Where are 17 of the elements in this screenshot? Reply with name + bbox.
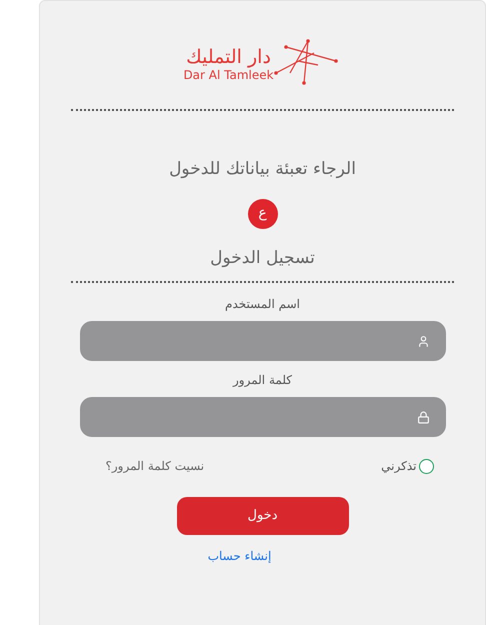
login-button[interactable]: دخول	[176, 497, 348, 535]
remember-me-label: تذكرني	[381, 458, 416, 475]
login-prompt: الرجاء تعبئة بياناتك للدخول	[169, 158, 356, 181]
star-logo-icon	[274, 39, 338, 85]
language-toggle-button[interactable]: ع	[248, 198, 278, 228]
field-label: كلمة المرور	[233, 372, 292, 389]
field-label: اسم المستخدم	[225, 296, 300, 313]
lock-icon	[416, 410, 430, 424]
password-field[interactable]	[80, 397, 446, 437]
logo-arabic-text: دار التمليك	[186, 48, 271, 66]
remember-me-radio[interactable]	[418, 458, 434, 474]
forgot-password-link[interactable]: نسيت كلمة المرور؟	[106, 457, 204, 475]
username-field[interactable]	[80, 321, 446, 361]
form-title: تسجيل الدخول	[210, 246, 315, 270]
logo-latin-text: Dar Al Tamleek	[183, 68, 274, 80]
register-link[interactable]: إنشاء حساب	[208, 547, 272, 565]
user-icon	[416, 334, 430, 348]
